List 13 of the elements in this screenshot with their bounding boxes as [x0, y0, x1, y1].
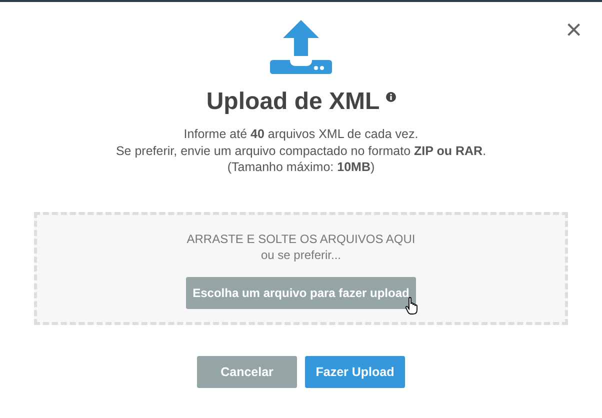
drop-zone[interactable]: ARRASTE E SOLTE OS ARQUIVOS AQUI ou se preferir... Escolha um arquivo para fazer upload: [34, 212, 568, 324]
upload-button[interactable]: Fazer Upload: [305, 356, 405, 388]
upload-icon: [270, 20, 332, 74]
description-text: (Tamanho máximo: 10MB): [226, 159, 376, 176]
choose-file-button[interactable]: Escolha um arquivo para fazer upload: [186, 276, 416, 308]
description-text: Informe até 40 arquivos XML de cada vez.: [182, 126, 420, 142]
dialog-title: Upload de XML: [206, 88, 380, 116]
description-text: Se preferir, envie um arquivo compactado no formato ZIP ou RAR.: [116, 142, 486, 159]
drop-subtext: ou se preferir...: [260, 246, 342, 262]
drop-heading: ARRASTE E SOLTE OS ARQUIVOS AQUI: [186, 230, 416, 246]
close-button[interactable]: ×: [564, 16, 584, 44]
cancel-button[interactable]: Cancelar: [197, 356, 297, 388]
info-icon[interactable]: [386, 92, 396, 102]
